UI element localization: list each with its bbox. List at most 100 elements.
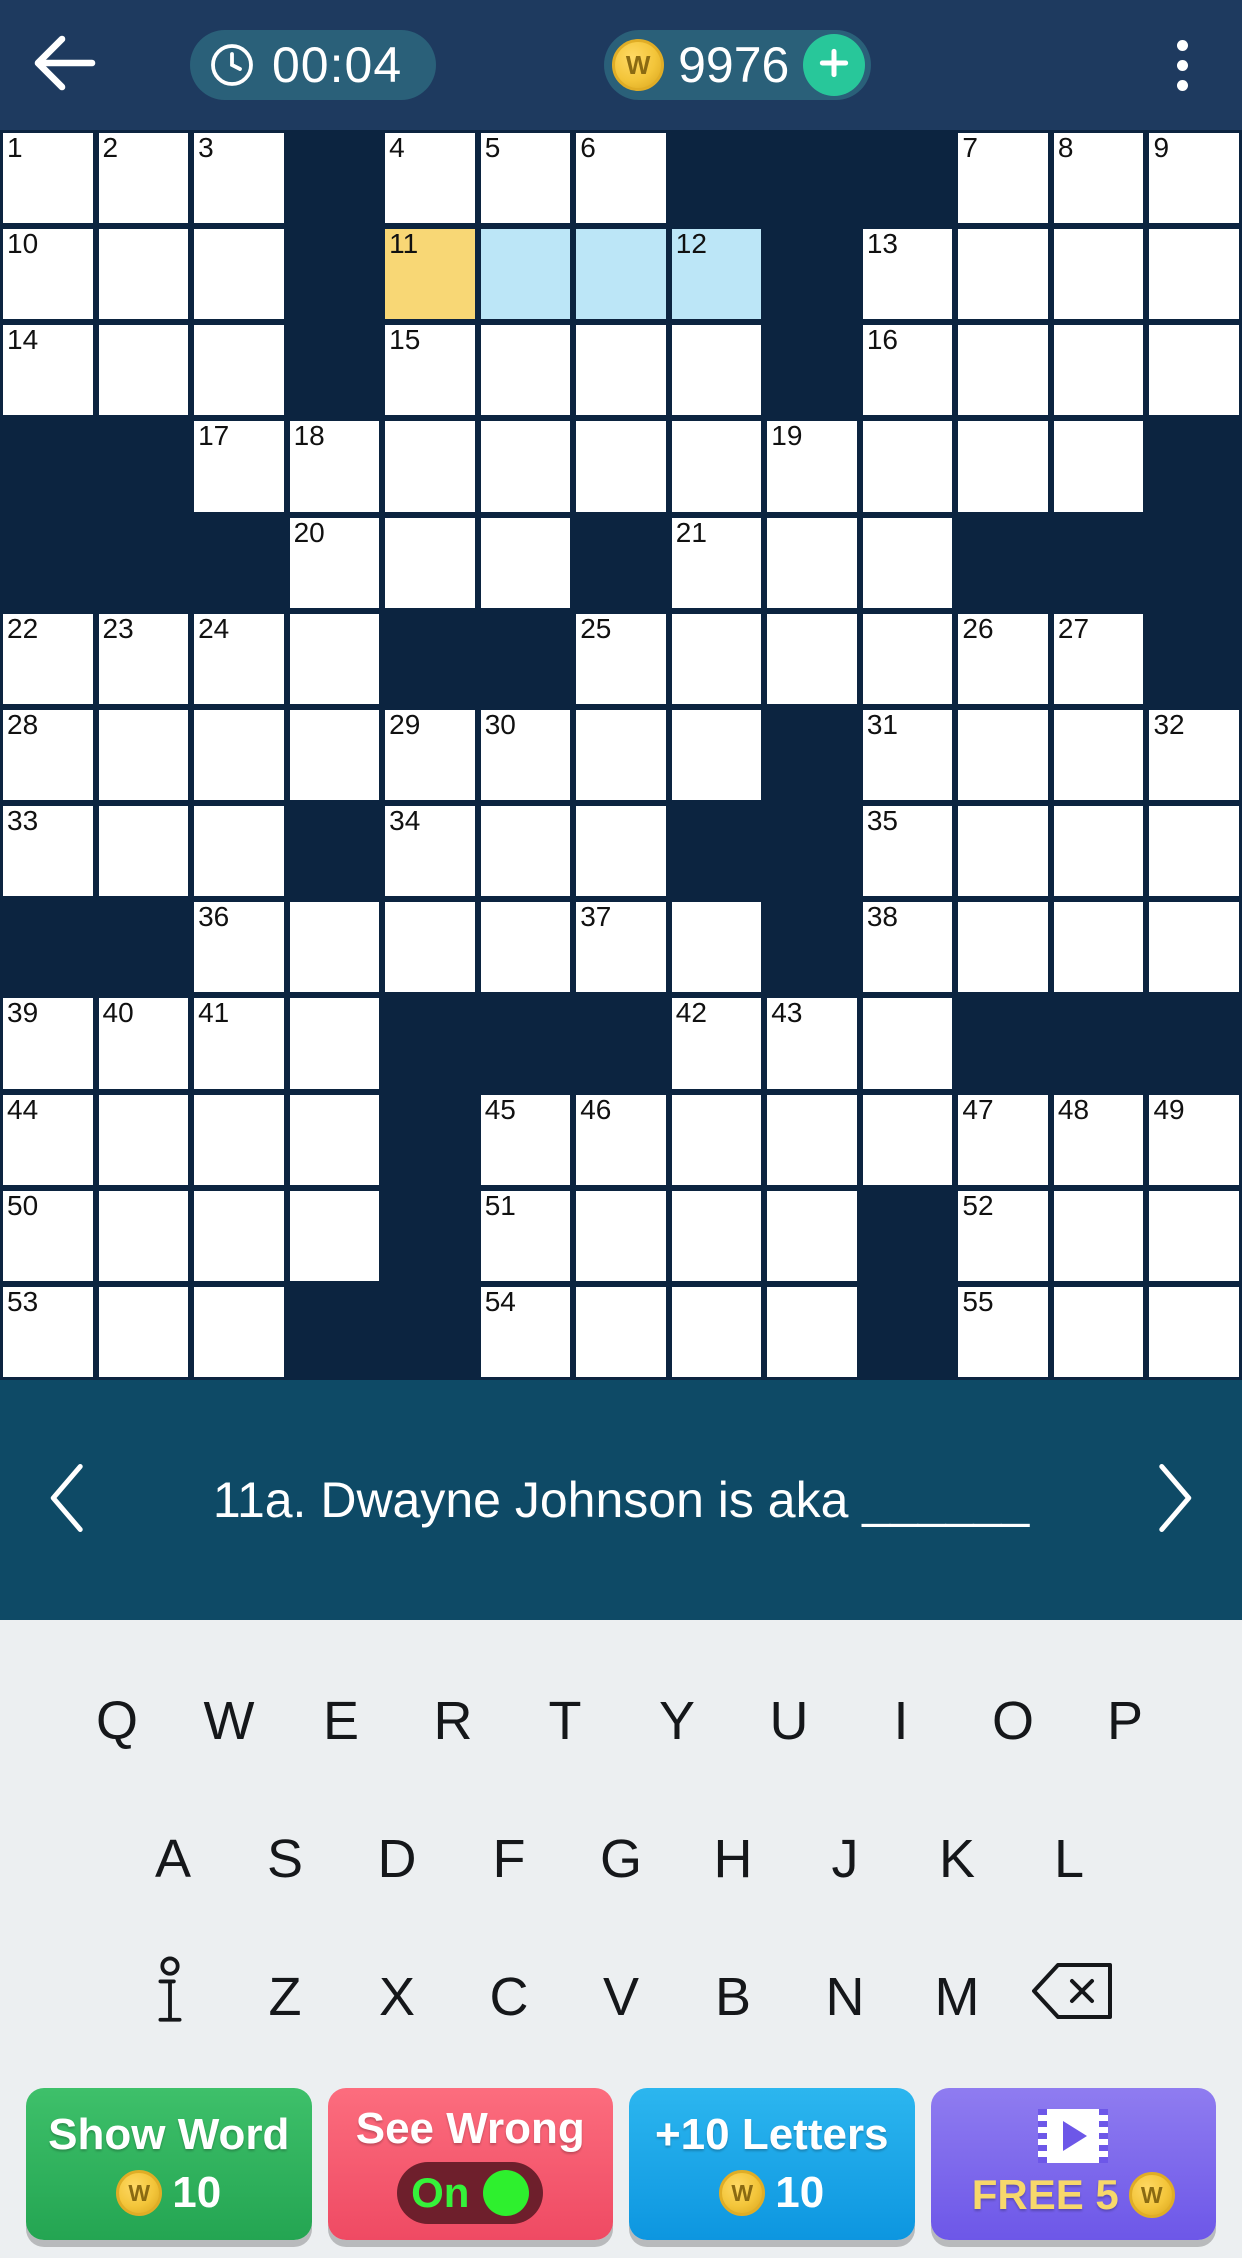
grid-cell[interactable]: 22	[0, 610, 96, 707]
grid-cell[interactable]	[477, 418, 574, 515]
grid-cell[interactable]	[1050, 803, 1147, 900]
clue-text[interactable]: 11a. Dwayne Johnson is aka ______	[104, 1471, 1138, 1529]
grid-cell[interactable]	[286, 1091, 383, 1188]
add-coins-button[interactable]	[803, 34, 866, 96]
coin-balance[interactable]: W 9976	[604, 30, 872, 100]
key-m[interactable]: M	[901, 1939, 1013, 2055]
grid-cell[interactable]: 31	[859, 706, 956, 804]
grid-cell[interactable]	[286, 1187, 383, 1284]
grid-cell[interactable]	[286, 899, 383, 996]
grid-cell[interactable]: 50	[0, 1187, 96, 1284]
key-w[interactable]: W	[173, 1663, 285, 1779]
grid-cell[interactable]: 19	[764, 418, 860, 515]
grid-cell[interactable]	[573, 706, 669, 804]
grid-cell[interactable]: 39	[0, 995, 96, 1092]
key-j[interactable]: J	[789, 1801, 901, 1917]
grid-cell[interactable]: 32	[1146, 706, 1242, 804]
grid-cell[interactable]	[191, 1091, 287, 1188]
key-u[interactable]: U	[733, 1663, 845, 1779]
grid-cell[interactable]	[955, 899, 1051, 996]
grid-cell[interactable]	[191, 226, 287, 323]
grid-cell[interactable]	[668, 706, 765, 804]
grid-cell[interactable]: 12	[668, 226, 765, 323]
key-e[interactable]: E	[285, 1663, 397, 1779]
previous-clue-button[interactable]	[34, 1459, 104, 1542]
grid-cell[interactable]	[95, 1091, 192, 1188]
grid-cell[interactable]: 44	[0, 1091, 96, 1188]
grid-cell[interactable]: 35	[859, 803, 956, 900]
grid-cell[interactable]	[95, 1283, 192, 1380]
grid-cell[interactable]: 15	[382, 322, 478, 419]
grid-cell[interactable]	[95, 322, 192, 419]
key-i[interactable]: I	[845, 1663, 957, 1779]
key-o[interactable]: O	[957, 1663, 1069, 1779]
grid-cell[interactable]	[573, 226, 669, 323]
grid-cell[interactable]: 26	[955, 610, 1051, 707]
grid-cell[interactable]	[382, 899, 478, 996]
grid-cell[interactable]	[382, 418, 478, 515]
grid-cell[interactable]: 18	[286, 418, 383, 515]
key-x[interactable]: X	[341, 1939, 453, 2055]
grid-cell[interactable]: 23	[95, 610, 192, 707]
key-s[interactable]: S	[229, 1801, 341, 1917]
grid-cell[interactable]	[668, 322, 765, 419]
see-wrong-toggle[interactable]: On	[397, 2162, 544, 2224]
key-b[interactable]: B	[677, 1939, 789, 2055]
grid-cell[interactable]: 51	[477, 1187, 574, 1284]
grid-cell[interactable]: 24	[191, 610, 287, 707]
grid-cell[interactable]: 3	[191, 130, 287, 227]
grid-cell[interactable]	[1146, 322, 1242, 419]
grid-cell[interactable]: 28	[0, 706, 96, 804]
grid-cell[interactable]	[573, 418, 669, 515]
grid-cell[interactable]: 40	[95, 995, 192, 1092]
grid-cell[interactable]: 16	[859, 322, 956, 419]
grid-cell[interactable]: 4	[382, 130, 478, 227]
grid-cell[interactable]	[1146, 899, 1242, 996]
key-h[interactable]: H	[677, 1801, 789, 1917]
back-button[interactable]	[0, 0, 130, 130]
grid-cell[interactable]	[955, 226, 1051, 323]
grid-cell[interactable]	[573, 322, 669, 419]
grid-cell[interactable]	[191, 1283, 287, 1380]
grid-cell[interactable]	[286, 706, 383, 804]
key-y[interactable]: Y	[621, 1663, 733, 1779]
free-coins-button[interactable]: FREE 5 W	[930, 2088, 1216, 2240]
grid-cell[interactable]	[286, 995, 383, 1092]
grid-cell[interactable]	[668, 418, 765, 515]
grid-cell[interactable]: 54	[477, 1283, 574, 1380]
grid-cell[interactable]	[859, 610, 956, 707]
grid-cell[interactable]: 11	[382, 226, 478, 323]
grid-cell[interactable]: 17	[191, 418, 287, 515]
grid-cell[interactable]	[477, 803, 574, 900]
grid-cell[interactable]	[764, 1091, 860, 1188]
grid-cell[interactable]	[573, 1283, 669, 1380]
grid-cell[interactable]: 37	[573, 899, 669, 996]
grid-cell[interactable]: 53	[0, 1283, 96, 1380]
key-g[interactable]: G	[565, 1801, 677, 1917]
grid-cell[interactable]: 20	[286, 514, 383, 611]
grid-cell[interactable]	[1146, 803, 1242, 900]
grid-cell[interactable]	[191, 706, 287, 804]
grid-cell[interactable]	[668, 899, 765, 996]
grid-cell[interactable]	[95, 1187, 192, 1284]
grid-cell[interactable]	[95, 706, 192, 804]
on-screen-keyboard[interactable]: QWERTYUIOP ASDFGHJKL ZXCVBNM	[0, 1620, 1242, 2080]
grid-cell[interactable]: 7	[955, 130, 1051, 227]
grid-cell[interactable]: 27	[1050, 610, 1147, 707]
grid-cell[interactable]	[1050, 322, 1147, 419]
overflow-menu-button[interactable]	[1122, 0, 1242, 130]
grid-cell[interactable]	[1050, 418, 1147, 515]
grid-cell[interactable]	[286, 610, 383, 707]
grid-cell[interactable]	[95, 803, 192, 900]
backspace-key[interactable]	[1013, 1939, 1131, 2055]
grid-cell[interactable]	[859, 418, 956, 515]
grid-cell[interactable]: 5	[477, 130, 574, 227]
grid-cell[interactable]	[477, 322, 574, 419]
grid-cell[interactable]: 8	[1050, 130, 1147, 227]
grid-cell[interactable]: 2	[95, 130, 192, 227]
grid-cell[interactable]: 1	[0, 130, 96, 227]
info-key[interactable]	[111, 1939, 229, 2055]
grid-cell[interactable]: 36	[191, 899, 287, 996]
grid-cell[interactable]	[1146, 1187, 1242, 1284]
grid-cell[interactable]	[859, 1091, 956, 1188]
